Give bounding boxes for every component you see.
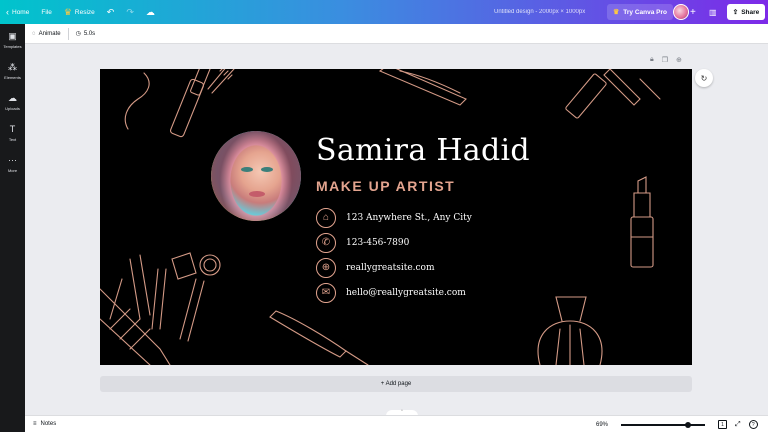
phone-icon: ✆ <box>316 233 336 253</box>
brush-stroke-illustration <box>124 72 150 130</box>
contact-email[interactable]: ✉ hello@reallygreatsite.com <box>316 283 466 303</box>
sidebar-item-label: Elements <box>4 75 21 80</box>
blush-brush-illustration <box>537 296 603 365</box>
photo-hair-shading <box>211 131 301 221</box>
refresh-icon: ↻ <box>700 73 708 83</box>
refresh-design-button[interactable]: ↻ <box>695 69 713 87</box>
file-label: File <box>41 8 52 16</box>
crown-icon: ♛ <box>63 6 72 17</box>
contact-phone[interactable]: ✆ 123-456-7890 <box>316 233 409 253</box>
animate-label: Animate <box>38 30 61 37</box>
lock-icon[interactable]: 🔒︎ <box>650 56 654 64</box>
upload-cloud-icon: ☁ <box>8 93 17 103</box>
page-controls: 🔒︎ ❐ ⊕ <box>650 56 682 64</box>
redo-button[interactable]: ↷ <box>120 0 140 24</box>
duration-label: 5.0s <box>83 30 96 37</box>
file-menu-button[interactable]: File <box>35 0 57 24</box>
makeup-brush-illustration <box>378 69 467 106</box>
mail-icon: ✉ <box>316 283 336 303</box>
sidebar-item-templates[interactable]: ▣ Templates <box>0 31 25 50</box>
contact-text: reallygreatsite.com <box>346 263 435 273</box>
plus-icon: + <box>690 6 696 18</box>
sidebar-item-label: Templates <box>3 44 22 49</box>
resize-label: Resize <box>74 8 95 16</box>
elements-icon: ⁂ <box>8 62 17 72</box>
avatar[interactable] <box>673 4 689 20</box>
notes-icon: ≡ <box>33 421 37 427</box>
more-dots-icon: ··· <box>8 155 17 165</box>
page-count-button[interactable]: 1 <box>718 420 727 429</box>
undo-icon: ↶ <box>106 6 115 17</box>
text-t-icon: T <box>9 124 16 134</box>
bottom-icons: 1 ⤢ ? <box>718 416 758 432</box>
sidebar-item-more[interactable]: ··· More <box>0 155 25 174</box>
cloud-saved-icon: ☁ <box>145 6 155 17</box>
mascara-illustration <box>170 69 235 138</box>
sidebar-item-elements[interactable]: ⁂ Elements <box>0 62 25 81</box>
share-icon: ⇪ <box>732 9 739 16</box>
contact-address[interactable]: ⌂ 123 Anywhere St., Any City <box>316 208 472 228</box>
lipstick-illustration-right <box>630 176 654 268</box>
card-role[interactable]: MAKE UP ARTIST <box>316 178 455 194</box>
powder-brush-illustration <box>269 310 369 365</box>
templates-icon: ▣ <box>8 31 17 41</box>
top-bar: ‹ Home File ♛ Resize ↶ ↷ ☁ Untitled desi… <box>0 0 768 24</box>
photo-eye-left <box>241 167 253 172</box>
try-canva-pro-button[interactable]: ♛ Try Canva Pro <box>607 4 673 20</box>
animate-button[interactable]: ◌ Animate <box>25 24 68 44</box>
sidebar-item-uploads[interactable]: ☁ Uploads <box>0 93 25 112</box>
zoom-value[interactable]: 69% <box>596 416 608 432</box>
context-toolbar: ◌ Animate ◷ 5.0s <box>25 24 768 44</box>
contact-text: 123-456-7890 <box>346 238 410 248</box>
add-page-icon[interactable]: ⊕ <box>676 56 682 64</box>
help-button[interactable]: ? <box>748 420 758 429</box>
add-collaborator-button[interactable]: + <box>690 4 696 20</box>
sidebar-item-label: Text <box>8 137 17 142</box>
notes-button[interactable]: ≡ Notes <box>25 421 56 427</box>
photo-eye-right <box>261 167 273 172</box>
profile-photo[interactable] <box>211 131 301 221</box>
clock-icon: ◷ <box>75 31 81 37</box>
duplicate-page-icon[interactable]: ❐ <box>662 56 668 64</box>
zoom-slider[interactable] <box>621 421 705 428</box>
resize-button[interactable]: ♛ Resize <box>58 0 101 24</box>
redo-icon: ↷ <box>126 6 134 17</box>
left-sidebar: ▣ Templates ⁂ Elements ☁ Uploads T Text … <box>0 24 25 432</box>
home-label: Home <box>12 8 30 16</box>
chevron-left-icon: ‹ <box>6 6 9 17</box>
card-name[interactable]: Samira Hadid <box>316 133 530 168</box>
duration-button[interactable]: ◷ 5.0s <box>69 24 103 44</box>
globe-icon: ⊕ <box>316 258 336 278</box>
document-title[interactable]: Untitled design - 2000px × 1000px <box>494 0 585 24</box>
fullscreen-icon[interactable]: ⤢ <box>735 421 741 429</box>
photo-lips <box>249 191 265 197</box>
bottom-bar: ≡ Notes 69% 1 ⤢ ? <box>25 415 768 432</box>
save-status-button[interactable]: ☁ <box>140 0 161 24</box>
crown-icon: ♛ <box>613 9 620 16</box>
home-button[interactable]: ‹ Home <box>0 0 35 24</box>
contact-text: hello@reallygreatsite.com <box>346 288 466 298</box>
insights-button[interactable]: ▥ <box>709 4 717 20</box>
sidebar-item-text[interactable]: T Text <box>0 124 25 143</box>
makeup-bag-illustration <box>100 252 221 365</box>
sidebar-item-label: More <box>7 168 18 173</box>
design-canvas[interactable]: Samira Hadid MAKE UP ARTIST ⌂ 123 Anywhe… <box>100 69 692 365</box>
zoom-slider-knob[interactable] <box>685 421 692 428</box>
animate-icon: ◌ <box>32 30 36 37</box>
undo-button[interactable]: ↶ <box>101 0 121 24</box>
contact-website[interactable]: ⊕ reallygreatsite.com <box>316 258 435 278</box>
try-pro-label: Try Canva Pro <box>623 8 667 16</box>
sidebar-item-label: Uploads <box>5 106 20 111</box>
add-page-button[interactable]: + Add page <box>100 376 692 392</box>
contact-text: 123 Anywhere St., Any City <box>346 213 472 223</box>
bar-chart-icon: ▥ <box>709 7 717 17</box>
lipstick-illustration <box>565 69 661 119</box>
notes-label: Notes <box>40 421 57 427</box>
home-icon: ⌂ <box>316 208 336 228</box>
share-label: Share <box>741 8 760 16</box>
share-button[interactable]: ⇪ Share <box>727 4 765 20</box>
